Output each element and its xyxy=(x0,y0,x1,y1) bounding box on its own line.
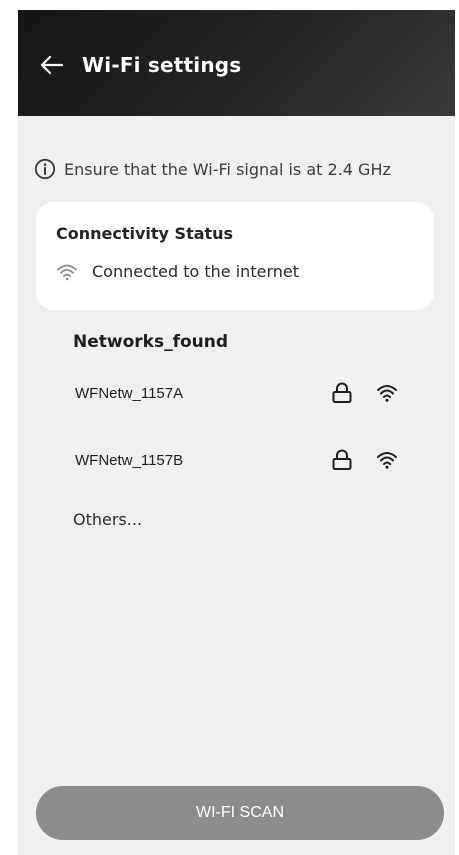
page-title: Wi-Fi settings xyxy=(82,53,242,77)
lock-icon xyxy=(332,382,352,403)
connectivity-status-card: Connectivity Status Connected to the int… xyxy=(36,202,434,310)
network-item[interactable]: WFNetw_1157B xyxy=(58,442,418,482)
wifi-settings-screen: Wi-Fi settings Ensure that the Wi-Fi sig… xyxy=(18,10,455,855)
frequency-hint: Ensure that the Wi-Fi signal is at 2.4 G… xyxy=(34,158,391,180)
info-icon xyxy=(34,158,56,180)
other-networks-link[interactable]: Others... xyxy=(73,510,142,529)
wifi-icon xyxy=(57,264,77,280)
back-button[interactable] xyxy=(38,51,66,79)
connection-status: Connected to the internet xyxy=(56,262,299,281)
lock-icon xyxy=(332,449,352,470)
wifi-icon xyxy=(377,385,397,402)
arrow-left-icon xyxy=(40,55,64,75)
wifi-scan-button[interactable]: WI-FI SCAN xyxy=(36,786,444,840)
hint-text: Ensure that the Wi-Fi signal is at 2.4 G… xyxy=(64,159,391,179)
wifi-icon xyxy=(377,452,397,469)
network-item[interactable]: WFNetw_1157A xyxy=(58,375,418,415)
app-header: Wi-Fi settings xyxy=(18,10,455,116)
status-text: Connected to the internet xyxy=(92,262,299,281)
networks-section-title: Networks_found xyxy=(73,332,229,352)
network-name: WFNetw_1157A xyxy=(75,385,184,402)
network-name: WFNetw_1157B xyxy=(75,452,184,469)
status-card-title: Connectivity Status xyxy=(56,224,234,243)
